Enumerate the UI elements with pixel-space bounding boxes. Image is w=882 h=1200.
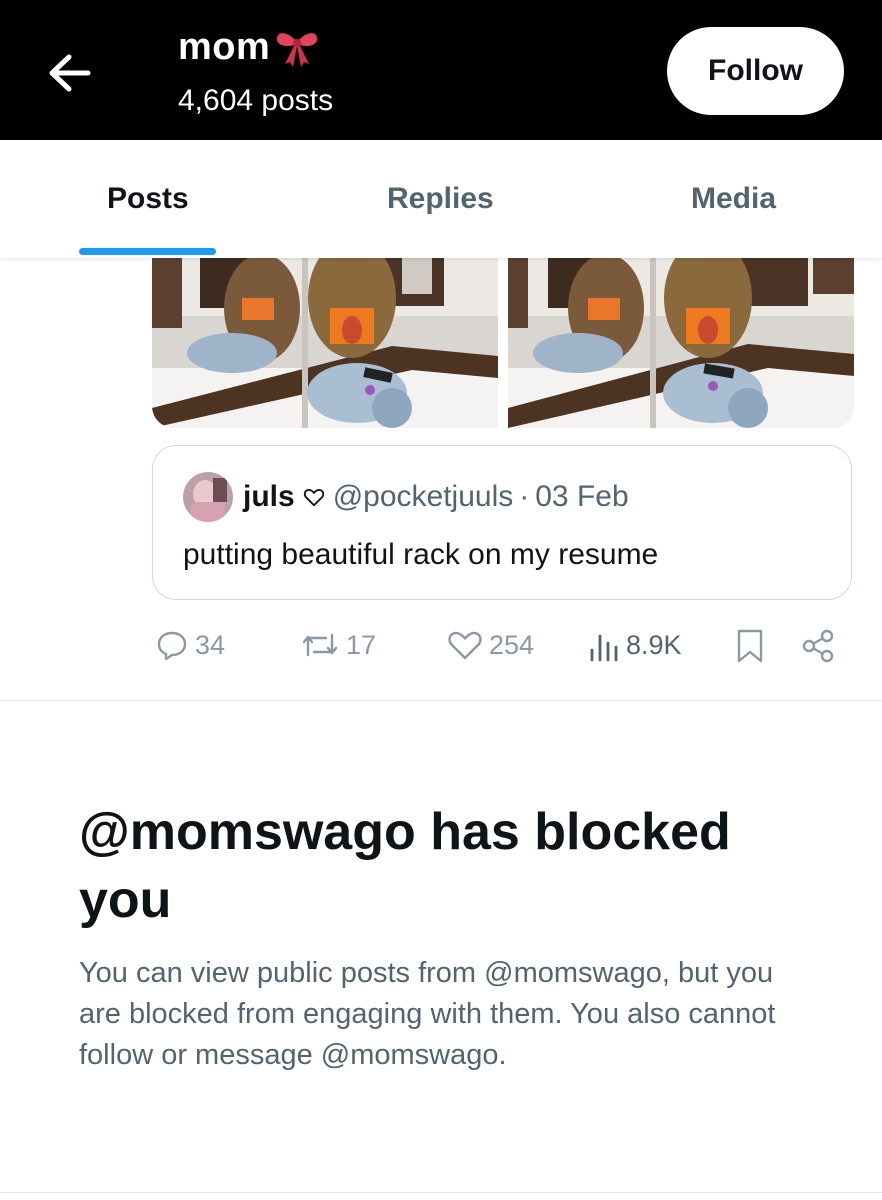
blocked-description: You can view public posts from @momswago… xyxy=(79,957,776,1071)
tab-media[interactable]: Media xyxy=(691,182,776,216)
profile-name-text: mom xyxy=(178,26,271,68)
like-button[interactable]: 254 xyxy=(447,628,534,662)
view-count: 8.9K xyxy=(626,629,682,660)
repost-button[interactable]: 17 xyxy=(300,628,376,662)
bookmark-icon xyxy=(737,629,763,663)
post-image-2[interactable] xyxy=(508,258,854,428)
quoted-post-meta: juls @pocketjuuls · 03 Feb xyxy=(243,480,629,514)
views-chart-icon xyxy=(590,634,618,662)
reply-button[interactable]: 34 xyxy=(155,628,225,662)
profile-header: mom 4,604 posts Follow xyxy=(0,0,882,140)
profile-name: mom xyxy=(178,26,320,69)
active-tab-indicator xyxy=(79,248,216,255)
bottom-divider xyxy=(0,1192,882,1193)
heart-outline-icon xyxy=(303,489,324,507)
back-button[interactable] xyxy=(42,46,96,100)
quoted-post-text: putting beautiful rack on my resume xyxy=(183,538,659,571)
like-count: 254 xyxy=(489,629,535,660)
quoted-post-date: 03 Feb xyxy=(535,480,629,513)
quoted-author-name[interactable]: juls xyxy=(243,480,295,514)
reply-count: 34 xyxy=(195,629,226,660)
post-image-1[interactable] xyxy=(152,258,498,428)
quoted-author-handle[interactable]: @pocketjuuls xyxy=(333,480,514,514)
reply-icon xyxy=(157,631,187,661)
tab-replies[interactable]: Replies xyxy=(387,182,494,216)
post-divider xyxy=(0,700,882,701)
blocked-title: @momswago has blocked you xyxy=(79,803,731,929)
follow-button[interactable]: Follow xyxy=(667,27,844,115)
post-count: 4,604 posts xyxy=(178,84,334,117)
share-button[interactable] xyxy=(800,628,842,664)
repost-icon xyxy=(302,633,338,657)
share-icon xyxy=(802,629,834,663)
meta-separator: · xyxy=(519,480,530,513)
views-button[interactable]: 8.9K xyxy=(588,628,682,662)
quoted-post-card[interactable]: juls @pocketjuuls · 03 Feb putting beaut… xyxy=(152,445,852,600)
heart-icon xyxy=(448,631,482,660)
tab-posts[interactable]: Posts xyxy=(107,182,189,216)
profile-tabs: Posts Replies Media xyxy=(0,140,882,258)
avatar[interactable] xyxy=(183,472,233,522)
back-arrow-icon xyxy=(49,54,91,92)
ribbon-bow-icon xyxy=(277,32,318,67)
repost-count: 17 xyxy=(346,629,377,660)
bookmark-button[interactable] xyxy=(735,628,771,664)
